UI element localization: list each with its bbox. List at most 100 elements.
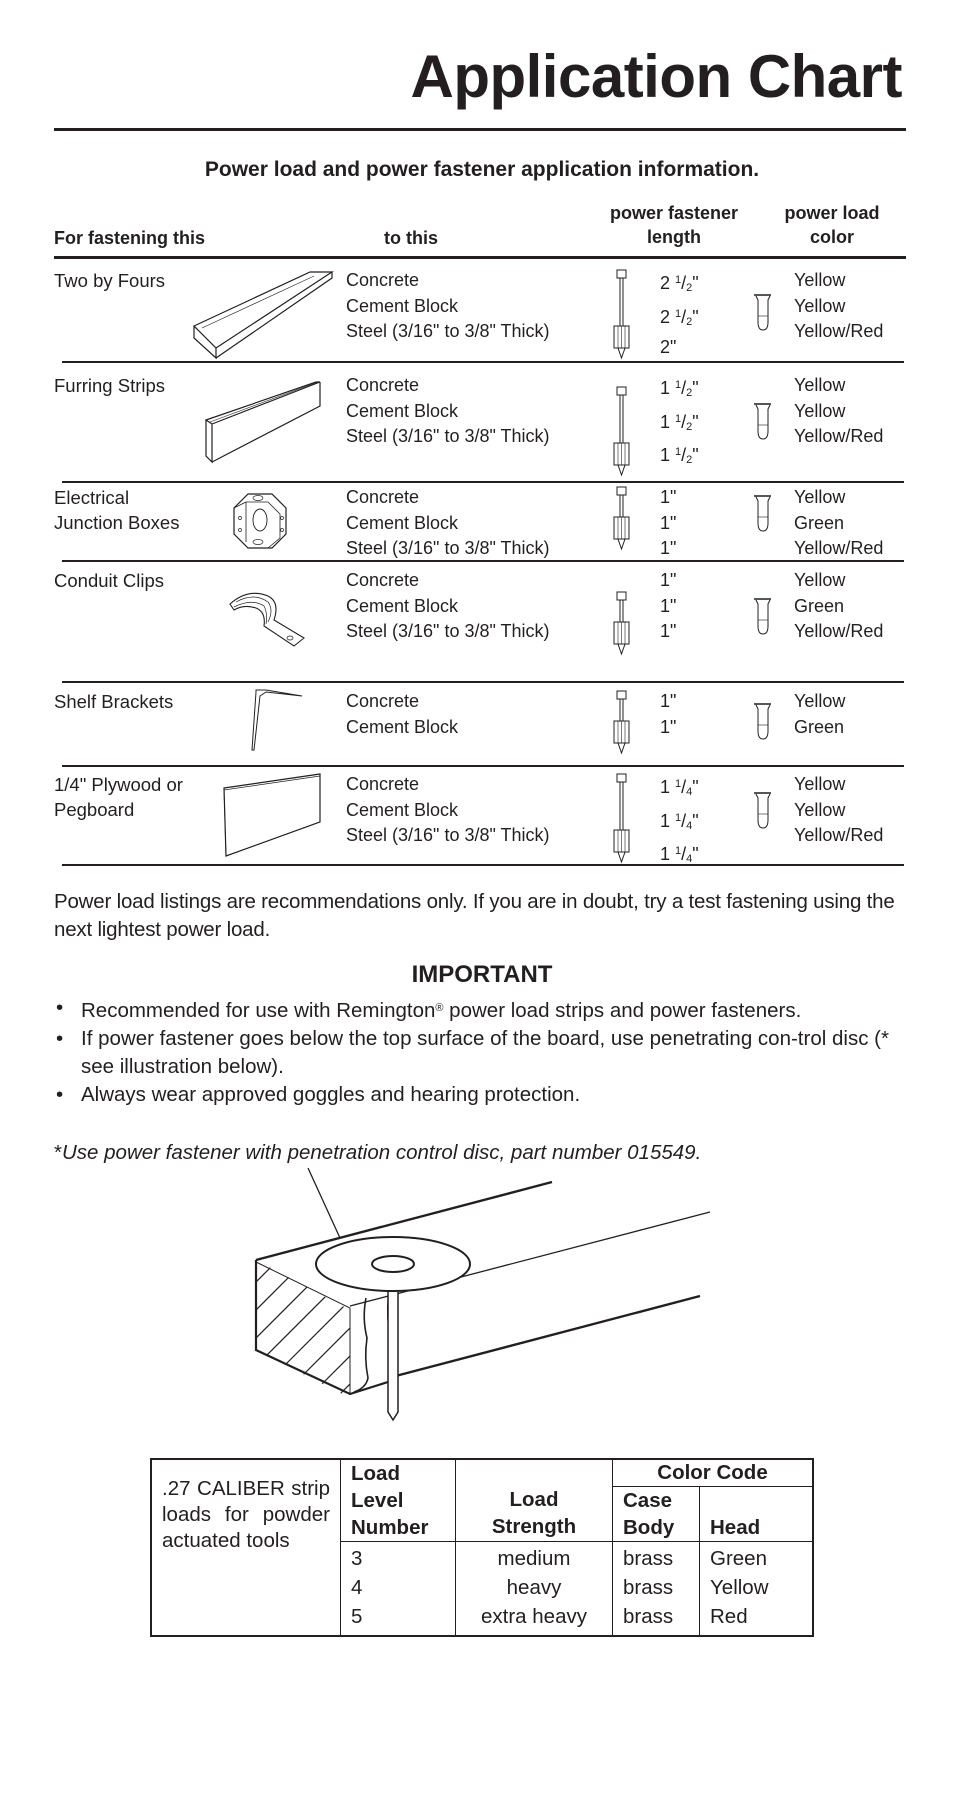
row-divider xyxy=(62,560,904,562)
fastener-length: 1" xyxy=(660,621,677,641)
board-bottom-edge xyxy=(387,1294,701,1380)
fastener-length-list: 1 1/4" 1 1/4" 1 1/4" xyxy=(660,772,699,873)
surface-item: Concrete xyxy=(346,570,420,590)
caliber-cell-head: Red xyxy=(710,1605,748,1628)
row-divider xyxy=(62,481,904,483)
power-fastener-icon xyxy=(613,773,630,863)
surface-item: Concrete xyxy=(346,487,420,507)
item-name-line: Shelf Brackets xyxy=(54,691,174,712)
surface-item: Steel (3/16" to 3/8" Thick) xyxy=(346,321,550,341)
caliber-cell-case-body: brass xyxy=(623,1576,674,1599)
footnote-asterisk: * xyxy=(54,1141,62,1164)
header-line: Body xyxy=(623,1516,675,1539)
row-divider xyxy=(62,864,904,866)
power-fastener-icon xyxy=(613,269,630,359)
shelf-bracket-icon xyxy=(248,688,304,757)
power-load-icon xyxy=(753,294,772,331)
bullet-text: Always wear approved goggles and hearing… xyxy=(81,1083,581,1106)
caliber-cell-case-body: brass xyxy=(623,1605,674,1628)
bullet-text: Recommended for use with Remington xyxy=(81,999,436,1022)
column-header-load-color: power load color xyxy=(770,201,894,249)
load-color: Yellow/Red xyxy=(794,538,884,558)
length-numerator: 1 xyxy=(675,778,682,790)
length-whole: 1 xyxy=(660,595,671,616)
surface-list: Concrete Cement Block Steel (3/16" to 3/8"… xyxy=(346,485,550,562)
load-color: Yellow xyxy=(794,270,846,290)
load-strength-column: medium heavy extra heavy xyxy=(455,1541,613,1636)
surface-item: Concrete xyxy=(346,774,420,794)
caliber-cell-level: 4 xyxy=(351,1576,363,1599)
surface-item: Cement Block xyxy=(346,595,459,616)
length-whole: 2 xyxy=(660,337,671,357)
surface-item: Cement Block xyxy=(346,295,459,316)
caliber-cell-level: 3 xyxy=(351,1547,363,1570)
power-fastener-icon xyxy=(613,386,630,476)
power-fastener-icon xyxy=(613,690,630,754)
surface-item: Cement Block xyxy=(346,400,459,421)
length-numerator: 1 xyxy=(675,412,682,425)
footnote: *Use power fastener with penetration con… xyxy=(54,1141,701,1165)
length-numerator: 1 xyxy=(675,811,682,824)
important-heading: IMPORTANT xyxy=(411,961,553,988)
surface-item: Steel (3/16" to 3/8" Thick) xyxy=(346,538,550,558)
length-denominator: 2 xyxy=(686,454,693,466)
surface-list: Concrete Cement Block Steel (3/16" to 3/8"… xyxy=(346,268,550,345)
item-name-line: 1/4" Plywood or xyxy=(54,774,183,795)
header-rule xyxy=(54,256,906,259)
plywood-panel-icon xyxy=(222,772,324,863)
load-color: Yellow xyxy=(794,295,846,316)
item-name: Shelf Brackets xyxy=(54,689,173,714)
length-whole: 1 xyxy=(660,621,671,641)
caliber-cell-head: Green xyxy=(710,1547,767,1570)
header-color-code: Color Code xyxy=(612,1459,813,1487)
fastener-length: 1 1/4" xyxy=(660,810,699,832)
load-color: Yellow/Red xyxy=(794,426,884,446)
length-whole: 1 xyxy=(660,445,671,465)
length-whole: 1 xyxy=(660,777,671,797)
fastener-length: 1" xyxy=(660,487,677,507)
power-load-icon xyxy=(753,792,772,829)
fastener-length: 1 1/2" xyxy=(660,445,699,466)
fastener-length: 2 1/2" xyxy=(660,273,699,294)
load-color-list: Yellow Green Yellow/Red xyxy=(794,485,883,562)
surface-item: Steel (3/16" to 3/8" Thick) xyxy=(346,426,550,446)
load-color: Yellow xyxy=(794,691,846,711)
item-name: Two by Fours xyxy=(54,268,165,293)
header-head: Head xyxy=(699,1486,813,1542)
conduit-clip-icon xyxy=(228,592,308,653)
page-title: Application Chart xyxy=(410,43,902,110)
surface-item: Steel (3/16" to 3/8" Thick) xyxy=(346,825,550,845)
fastener-length-list: 1" 1" 1" xyxy=(660,485,676,562)
row-divider xyxy=(62,361,904,363)
caliber-cell-strength: heavy xyxy=(506,1576,562,1599)
header-line: Load xyxy=(509,1488,559,1511)
title-rule xyxy=(54,128,906,131)
length-numerator: 1 xyxy=(675,274,682,286)
load-color: Yellow xyxy=(794,799,846,820)
junction-box-icon xyxy=(232,492,288,557)
fastener-length: 1 1/4" xyxy=(660,777,699,798)
header-line: color xyxy=(809,227,854,247)
load-color: Yellow/Red xyxy=(794,321,884,341)
fastener-length-list: 1" 1" xyxy=(660,689,676,740)
length-denominator: 2 xyxy=(686,315,693,328)
surface-item: Cement Block xyxy=(346,716,459,737)
length-whole: 1 xyxy=(660,538,671,558)
item-name-line: Junction Boxes xyxy=(54,512,180,533)
row-divider xyxy=(62,765,904,767)
chart-subtitle: Power load and power fastener applicatio… xyxy=(204,158,760,181)
surface-item: Steel (3/16" to 3/8" Thick) xyxy=(346,621,550,641)
load-color-list: Yellow Green xyxy=(794,689,845,740)
fastener-length-list: 1 1/2" 1 1/2" 1 1/2" xyxy=(660,373,699,474)
length-denominator: 4 xyxy=(686,786,693,798)
load-color: Yellow xyxy=(794,774,846,794)
caliber-description: .27 CALIBER strip loads for powder actua… xyxy=(162,1477,330,1552)
two-by-four-icon xyxy=(192,270,335,365)
load-color: Green xyxy=(794,512,845,533)
penetration-control-disc-illustration xyxy=(254,1167,711,1422)
fastener-length: 1" xyxy=(660,716,677,737)
recommendation-note: Power load listings are recommendations … xyxy=(54,890,895,941)
surface-item: Concrete xyxy=(346,375,420,395)
important-list: Recommended for use with Remington® powe… xyxy=(54,994,914,1109)
caliber-cell-strength: extra heavy xyxy=(481,1605,587,1628)
